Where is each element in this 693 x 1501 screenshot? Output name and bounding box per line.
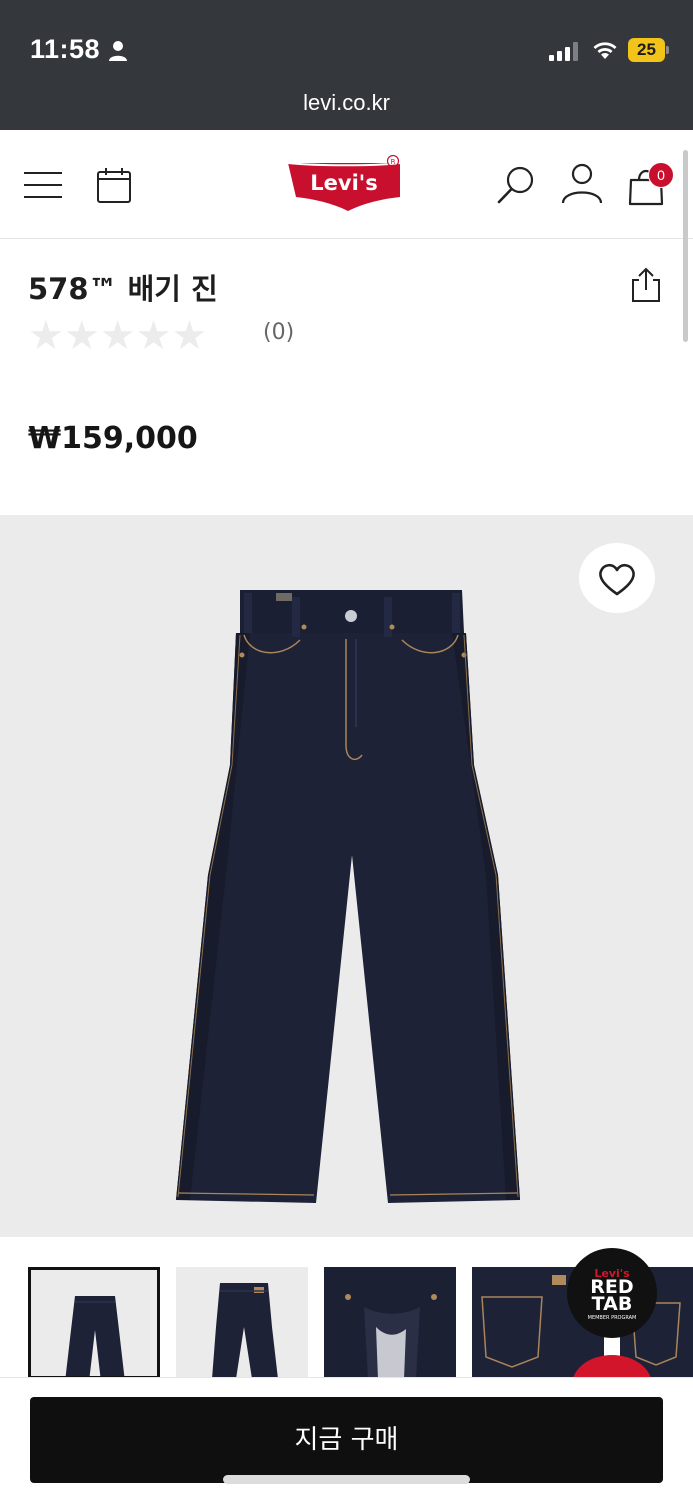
- wifi-icon: [593, 42, 617, 59]
- account-icon[interactable]: [560, 162, 604, 206]
- product-main-image[interactable]: [0, 515, 693, 1237]
- site-header: Levi's R 0: [0, 130, 693, 239]
- battery-tip: [666, 46, 669, 54]
- menu-button[interactable]: [24, 172, 64, 200]
- search-icon[interactable]: [496, 164, 536, 206]
- menu-icon-line-mid: [24, 184, 62, 186]
- share-icon[interactable]: [628, 266, 664, 304]
- logo-text: Levi's: [310, 171, 377, 195]
- menu-icon-line-bottom: [24, 196, 62, 198]
- jeans-image: [176, 590, 520, 1203]
- page-scrollbar[interactable]: [683, 150, 688, 342]
- thumbnail-2[interactable]: [176, 1267, 308, 1377]
- cart-button[interactable]: 0: [626, 162, 674, 208]
- review-count[interactable]: (0): [263, 320, 294, 345]
- star-icon: ★: [99, 313, 136, 359]
- red-tab-subtitle: MEMBER PROGRAM: [587, 1315, 637, 1321]
- star-icon: ★: [63, 313, 100, 359]
- star-icon: ★: [171, 313, 208, 359]
- url-bar[interactable]: levi.co.kr: [0, 90, 693, 116]
- browser-chrome: 11:58 25 levi.co.kr: [0, 0, 693, 130]
- rating-stars[interactable]: ★★★★★: [28, 316, 207, 356]
- battery-indicator: 25: [628, 38, 670, 62]
- thumbnail-1[interactable]: [28, 1267, 160, 1377]
- star-icon: ★: [28, 313, 64, 359]
- thumbnail-fly-detail-image: [324, 1267, 456, 1377]
- product-price: ₩159,000: [28, 421, 198, 456]
- red-tab-member-badge[interactable]: Levi's RED TAB MEMBER PROGRAM: [567, 1248, 657, 1338]
- signal-icon: [549, 42, 578, 61]
- thumbnail-front-image: [65, 1296, 125, 1376]
- star-icon: ★: [135, 313, 172, 359]
- menu-icon-line-top: [24, 172, 62, 174]
- buy-now-button[interactable]: 지금 구매: [30, 1397, 663, 1483]
- product-title: 578™ 배기 진: [28, 272, 218, 306]
- cart-count-badge: 0: [648, 162, 674, 188]
- levis-logo[interactable]: Levi's R: [286, 155, 410, 213]
- home-indicator[interactable]: [223, 1475, 470, 1484]
- wishlist-button[interactable]: [579, 543, 655, 613]
- thumbnail-3[interactable]: [324, 1267, 456, 1377]
- person-icon: [109, 41, 127, 61]
- red-tab-word-tab: TAB: [591, 1293, 633, 1315]
- thumbnail-back-image: [212, 1283, 278, 1377]
- bottom-action-bar: 지금 구매: [0, 1377, 693, 1501]
- heart-icon: [599, 563, 635, 596]
- battery-level: 25: [628, 38, 665, 62]
- calendar-icon[interactable]: [96, 166, 132, 204]
- svg-text:R: R: [391, 158, 396, 166]
- status-time: 11:58: [30, 34, 101, 64]
